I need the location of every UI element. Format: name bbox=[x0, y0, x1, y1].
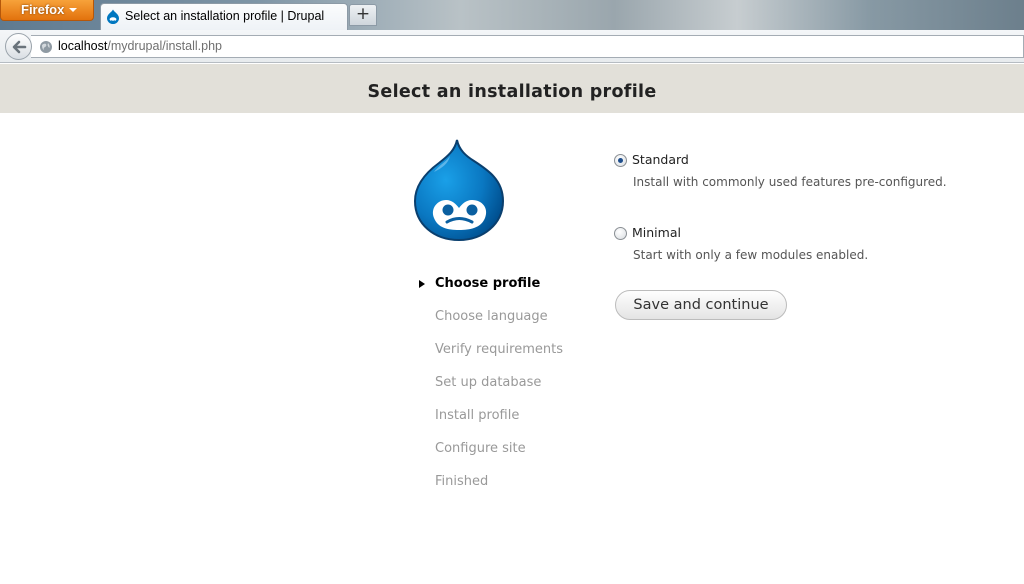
install-step-choose-language: Choose language bbox=[416, 307, 606, 340]
install-step-label: Verify requirements bbox=[435, 342, 564, 357]
install-step-label: Configure site bbox=[435, 441, 526, 456]
profile-option-standard: Standard Install with commonly used featu… bbox=[614, 152, 1014, 225]
firefox-menu-button[interactable]: Firefox bbox=[0, 0, 94, 21]
profile-description: Start with only a few modules enabled. bbox=[633, 248, 869, 262]
profile-radio-minimal[interactable] bbox=[614, 227, 627, 240]
globe-icon bbox=[40, 41, 52, 53]
plus-icon: + bbox=[355, 4, 371, 24]
profile-options: Standard Install with commonly used featu… bbox=[614, 152, 1014, 298]
profile-description: Install with commonly used features pre-… bbox=[633, 175, 947, 189]
drupal-favicon-icon bbox=[107, 9, 119, 24]
url-path: /mydrupal/install.php bbox=[107, 39, 222, 53]
install-step-choose-profile: Choose profile bbox=[416, 274, 606, 307]
profile-label[interactable]: Standard bbox=[632, 152, 689, 168]
install-step-install-profile: Install profile bbox=[416, 406, 606, 439]
back-button[interactable] bbox=[5, 33, 32, 60]
browser-navbar: localhost/mydrupal/install.php bbox=[0, 30, 1024, 63]
firefox-menu-label: Firefox bbox=[21, 2, 65, 17]
new-tab-button[interactable]: + bbox=[349, 4, 377, 26]
profile-radio-standard[interactable] bbox=[614, 154, 627, 167]
back-arrow-icon bbox=[12, 40, 27, 54]
install-step-label: Set up database bbox=[435, 375, 542, 390]
profile-label[interactable]: Minimal bbox=[632, 225, 681, 241]
install-step-verify-requirements: Verify requirements bbox=[416, 340, 606, 373]
dropdown-caret-icon bbox=[69, 8, 77, 12]
install-step-label: Choose profile bbox=[435, 276, 541, 291]
install-step-set-up-database: Set up database bbox=[416, 373, 606, 406]
profile-option-minimal: Minimal Start with only a few modules ena… bbox=[614, 225, 1014, 298]
browser-titlebar: Firefox Select an installation profile |… bbox=[0, 0, 1024, 31]
install-task-list: Choose profile Choose language Verify requ… bbox=[416, 274, 606, 505]
tab-title: Select an installation profile | Drupal bbox=[125, 9, 325, 23]
browser-tab-active[interactable]: Select an installation profile | Drupal bbox=[100, 3, 348, 31]
install-step-label: Finished bbox=[435, 474, 489, 489]
install-step-configure-site: Configure site bbox=[416, 439, 606, 472]
url-bar[interactable]: localhost/mydrupal/install.php bbox=[31, 35, 1024, 58]
url-host: localhost bbox=[58, 39, 108, 53]
drupal-logo-icon bbox=[413, 139, 505, 242]
page-header: Select an installation profile bbox=[0, 64, 1024, 113]
save-and-continue-button[interactable]: Save and continue bbox=[615, 290, 787, 320]
install-step-label: Choose language bbox=[435, 309, 548, 324]
current-step-arrow-icon bbox=[419, 280, 425, 288]
page-title: Select an installation profile bbox=[367, 82, 657, 102]
install-step-finished: Finished bbox=[416, 472, 606, 505]
install-step-label: Install profile bbox=[435, 408, 520, 423]
